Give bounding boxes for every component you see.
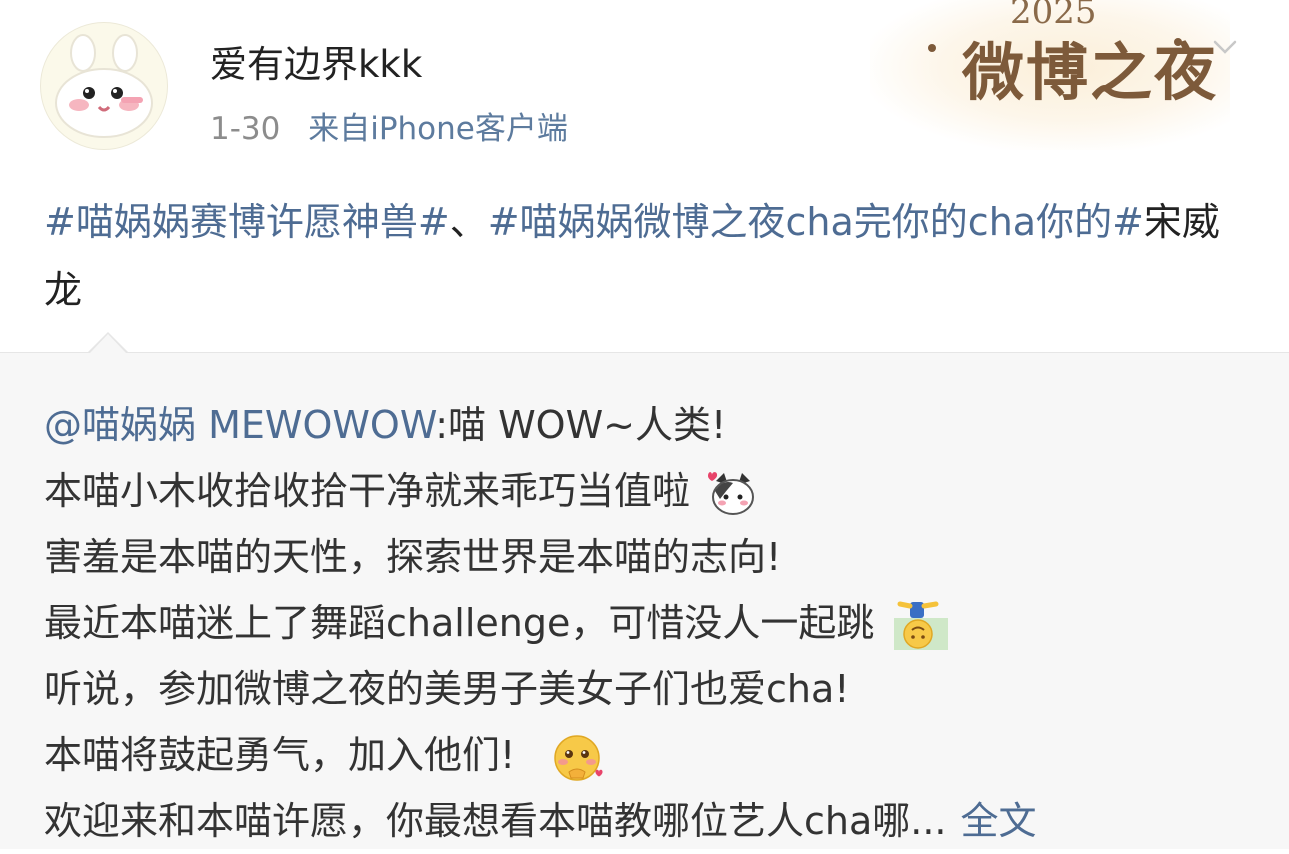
shy-face-emoji: [554, 734, 603, 781]
sparkle-icon: [928, 44, 936, 52]
avatar-image: [55, 34, 153, 138]
repost-line: 欢迎来和本喵许愿，你最想看本喵教哪位艺人cha哪... 全文: [44, 788, 1264, 854]
repost-notch-fill: [90, 334, 126, 353]
separator-text: 、: [449, 200, 488, 244]
author-name[interactable]: 爱有边界kkk: [210, 34, 422, 88]
cat-face-emoji: [708, 471, 755, 515]
post-source[interactable]: 来自iPhone客户端: [308, 111, 568, 147]
repost-line: @喵娲娲 MEWOWOW:喵 WOW~人类!: [44, 392, 1264, 458]
badge-title: 微博之夜: [962, 36, 1219, 109]
repost-text: :喵 WOW~人类!: [435, 403, 727, 447]
avatar[interactable]: [40, 22, 168, 150]
hashtag-link[interactable]: #喵娲娲赛博许愿神兽#: [44, 200, 450, 244]
hashtag-link[interactable]: #喵娲娲微博之夜cha完你的cha你的#: [488, 200, 1144, 244]
post-body: #喵娲娲赛博许愿神兽#、#喵娲娲微博之夜cha完你的cha你的#宋威龙: [44, 188, 1244, 324]
upside-down-face-emoji: [894, 601, 949, 650]
chevron-down-icon[interactable]: [1212, 34, 1238, 60]
repost-line: 听说，参加微博之夜的美男子美女子们也爱cha!: [44, 656, 1264, 722]
repost-text: 害羞是本喵的天性，探索世界是本喵的志向!: [44, 535, 782, 579]
repost-line: 最近本喵迷上了舞蹈challenge，可惜没人一起跳: [44, 590, 1264, 656]
repost-text: 听说，参加微博之夜的美男子美女子们也爱cha!: [44, 667, 850, 711]
repost-text: 本喵小木收拾收拾干净就来乖巧当值啦: [44, 469, 691, 513]
post-date: 1-30: [210, 111, 281, 147]
sparkle-icon: [1174, 38, 1182, 46]
repost-content: @喵娲娲 MEWOWOW:喵 WOW~人类! 本喵小木收拾收拾干净就来乖巧当值啦…: [44, 392, 1264, 854]
repost-line: 害羞是本喵的天性，探索世界是本喵的志向!: [44, 524, 1264, 590]
repost-line: 本喵将鼓起勇气，加入他们!: [44, 722, 1264, 788]
repost-text: 最近本喵迷上了舞蹈challenge，可惜没人一起跳: [44, 601, 875, 645]
repost-line: 本喵小木收拾收拾干净就来乖巧当值啦: [44, 458, 1264, 524]
weibo-night-badge[interactable]: 2025 微博之夜: [870, 0, 1230, 150]
repost-text: 本喵将鼓起勇气，加入他们!: [44, 733, 516, 777]
mention-link[interactable]: @喵娲娲 MEWOWOW: [44, 403, 435, 447]
repost-text: 欢迎来和本喵许愿，你最想看本喵教哪位艺人cha哪...: [44, 799, 947, 843]
post-meta: 1-30 来自iPhone客户端: [210, 103, 568, 148]
expand-full-text-link[interactable]: 全文: [961, 799, 1037, 843]
